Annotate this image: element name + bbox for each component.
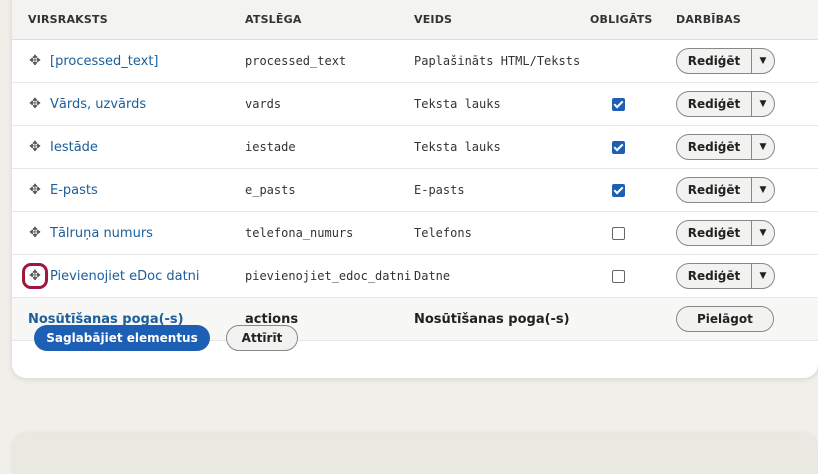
required-checkbox[interactable] [611,140,625,154]
reset-button[interactable]: Attīrīt [226,325,298,351]
cell-type: Teksta lauks [414,125,590,169]
cell-type: Nosūtīšanas poga(-s) [414,297,590,341]
cell-operations: Rediģēt ▼ [676,211,818,255]
table-row: ✥ Iestāde iestade Teksta lauks Rediģēt ▼ [12,125,818,169]
edit-split-button: Rediģēt ▼ [676,48,775,74]
drag-handle-icon[interactable]: ✥ [28,226,42,240]
chevron-down-icon[interactable]: ▼ [752,178,774,202]
cell-title: ✥ [processed_text] [12,39,245,83]
chevron-down-icon[interactable]: ▼ [752,135,774,159]
cell-title: ✥ Tālruņa numurs [12,211,245,255]
table-row: ✥ Vārds, uzvārds vards Teksta lauks Rediģēt ▼ [12,82,818,126]
cell-title: ✥ Vārds, uzvārds [12,82,245,126]
table-header-row: VIRSRAKSTS ATSLĒGA VEIDS OBLIGĀTS DARBĪB… [12,0,818,40]
required-checkbox[interactable] [611,183,625,197]
cell-type: Paplašināts HTML/Teksts [414,39,590,83]
cell-required [590,125,676,169]
elements-table: VIRSRAKSTS ATSLĒGA VEIDS OBLIGĀTS DARBĪB… [12,0,818,341]
drag-handle-icon[interactable]: ✥ [28,97,42,111]
cell-key: pievienojiet_edoc_datni [245,254,414,298]
cell-operations: Rediģēt ▼ [676,125,818,169]
header-title: VIRSRAKSTS [12,0,245,40]
chevron-down-icon[interactable]: ▼ [752,49,774,73]
cell-operations: Rediģēt ▼ [676,82,818,126]
cell-required [590,82,676,126]
element-title-link[interactable]: Iestāde [50,140,98,155]
cell-key: vards [245,82,414,126]
edit-button[interactable]: Rediģēt [677,49,752,73]
elements-card: VIRSRAKSTS ATSLĒGA VEIDS OBLIGĀTS DARBĪB… [12,0,818,378]
edit-button[interactable]: Rediģēt [677,92,752,116]
edit-split-button: Rediģēt ▼ [676,177,775,203]
element-title-link[interactable]: Pievienojiet eDoc datni [50,269,200,284]
cell-required [590,39,676,83]
header-key: ATSLĒGA [245,0,414,40]
cell-operations: Pielāgot [676,297,818,341]
cell-key: processed_text [245,39,414,83]
cell-title: ✥ Iestāde [12,125,245,169]
cell-type: Teksta lauks [414,82,590,126]
cell-title: ✥ Pievienojiet eDoc datni [12,254,245,298]
edit-button[interactable]: Rediģēt [677,264,752,288]
header-required: OBLIGĀTS [590,0,676,40]
element-title-link[interactable]: E-pasts [50,183,98,198]
drag-handle-icon[interactable]: ✥ [28,140,42,154]
chevron-down-icon[interactable]: ▼ [752,264,774,288]
edit-split-button: Rediģēt ▼ [676,220,775,246]
cell-type: Datne [414,254,590,298]
table-row: ✥ [processed_text] processed_text Paplašinā… [12,39,818,83]
cell-key: iestade [245,125,414,169]
cell-operations: Rediģēt ▼ [676,39,818,83]
cell-required [590,254,676,298]
header-operations: DARBĪBAS [676,0,818,40]
cell-type: Telefons [414,211,590,255]
cell-type: E-pasts [414,168,590,212]
drag-handle-icon[interactable]: ✥ [22,263,48,289]
save-elements-button[interactable]: Saglabājiet elementus [34,325,210,351]
header-type: VEIDS [414,0,590,40]
element-title-link[interactable]: [processed_text] [50,54,159,69]
cell-title: ✥ E-pasts [12,168,245,212]
element-title-link[interactable]: Tālruņa numurs [50,226,153,241]
element-title-link[interactable]: Vārds, uzvārds [50,97,146,112]
required-checkbox[interactable] [611,97,625,111]
edit-button[interactable]: Rediģēt [677,178,752,202]
cell-required [590,168,676,212]
edit-split-button: Rediģēt ▼ [676,263,775,289]
chevron-down-icon[interactable]: ▼ [752,92,774,116]
cell-required [590,211,676,255]
customize-button[interactable]: Pielāgot [676,306,774,332]
edit-button[interactable]: Rediģēt [677,135,752,159]
edit-split-button: Rediģēt ▼ [676,134,775,160]
cell-key: e_pasts [245,168,414,212]
required-checkbox[interactable] [611,226,625,240]
cell-operations: Rediģēt ▼ [676,254,818,298]
next-card [12,434,818,474]
cell-required [590,297,676,341]
table-row: ✥ Tālruņa numurs telefona_numurs Telefons Re… [12,211,818,255]
cell-operations: Rediģēt ▼ [676,168,818,212]
required-checkbox[interactable] [611,269,625,283]
edit-button[interactable]: Rediģēt [677,221,752,245]
drag-handle-icon[interactable]: ✥ [28,54,42,68]
table-row: ✥ Pievienojiet eDoc datni pievienojiet_edo… [12,254,818,298]
drag-handle-icon[interactable]: ✥ [28,183,42,197]
edit-split-button: Rediģēt ▼ [676,91,775,117]
cell-key: telefona_numurs [245,211,414,255]
chevron-down-icon[interactable]: ▼ [752,221,774,245]
table-row: ✥ E-pasts e_pasts E-pasts Rediģēt ▼ [12,168,818,212]
